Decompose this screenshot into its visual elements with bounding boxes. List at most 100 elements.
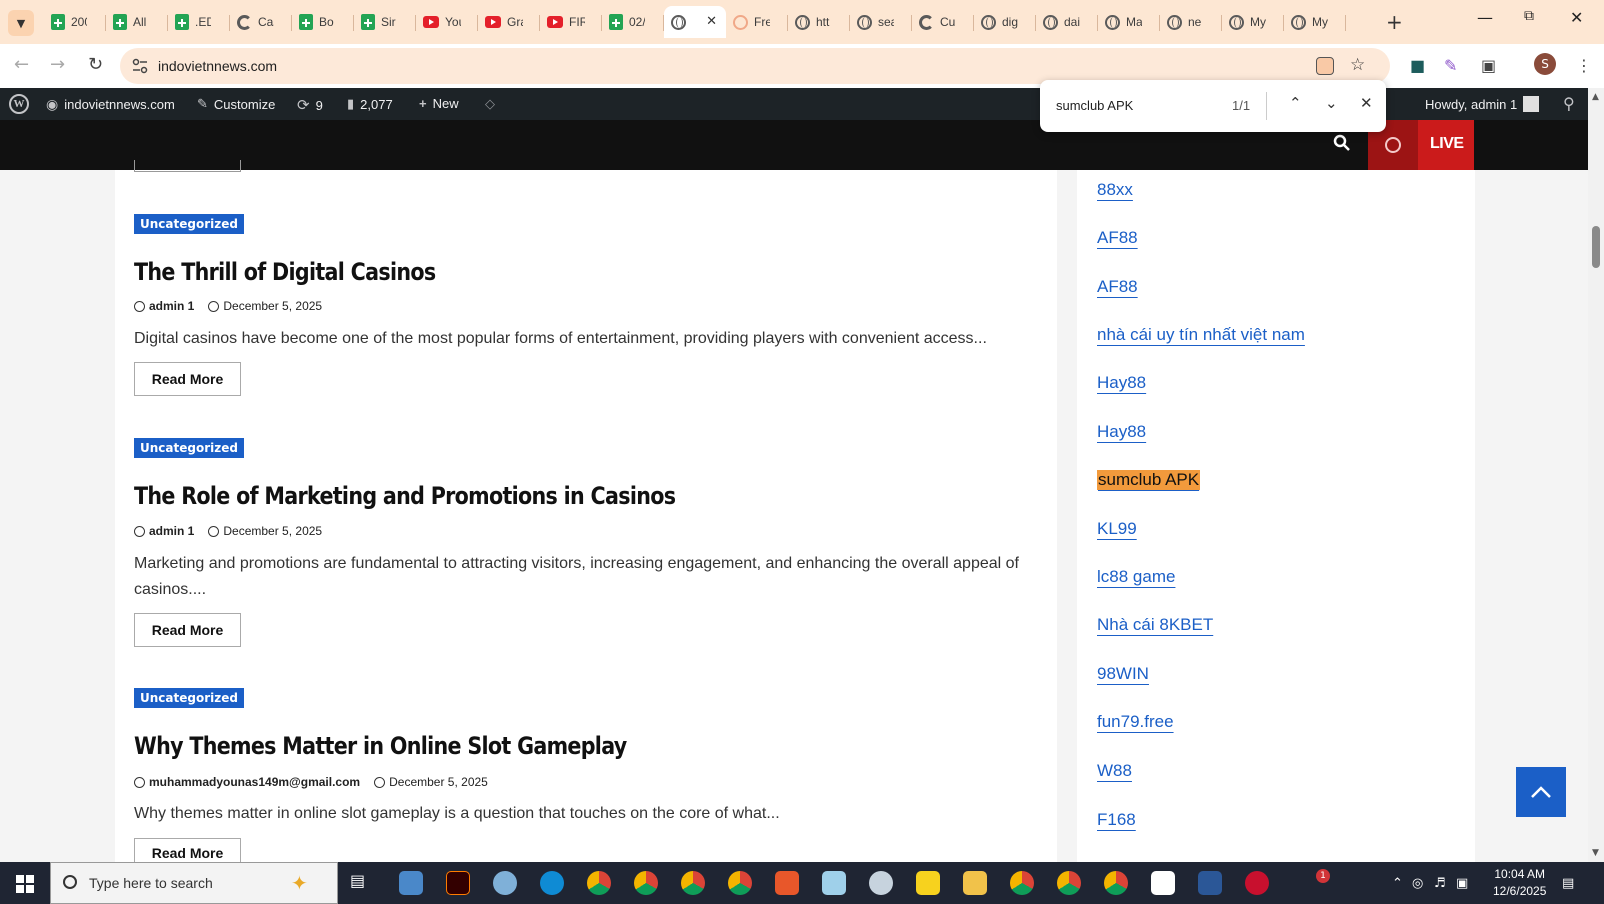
previous-read-more-button[interactable] — [134, 160, 241, 172]
scroll-down-icon[interactable]: ▼ — [1592, 848, 1599, 858]
customize-link[interactable]: ✎ Customize — [197, 96, 275, 112]
post-author[interactable]: muhammadyounas149m@gmail.com — [149, 775, 360, 789]
post-date[interactable]: December 5, 2025 — [223, 524, 322, 538]
browser-tab[interactable]: Ma — [1098, 6, 1160, 38]
account-menu[interactable]: Howdy, admin 1 — [1425, 96, 1540, 112]
page-scrollbar[interactable]: ▲ ▼ — [1588, 88, 1604, 862]
capcut-icon[interactable] — [1151, 871, 1175, 895]
browser-tab[interactable]: ne — [1160, 6, 1222, 38]
chrome-profile-icon[interactable] — [1057, 871, 1081, 895]
extension-icon[interactable]: ■ — [1410, 56, 1425, 75]
app-icon[interactable] — [1245, 871, 1269, 895]
volume-icon[interactable]: ♬ — [1434, 876, 1446, 891]
close-tab-icon[interactable]: ✕ — [706, 14, 717, 29]
menu-icon[interactable]: ⋮ — [1576, 56, 1592, 75]
sticky-notes-icon[interactable] — [916, 871, 940, 895]
network-icon[interactable]: ▣ — [1456, 876, 1468, 891]
taskbar-search[interactable]: Type here to search ✦ — [50, 862, 338, 904]
browser-tab[interactable]: dig — [974, 6, 1036, 38]
sidebar-link[interactable]: 88xx — [1097, 180, 1133, 200]
word-icon[interactable] — [1198, 871, 1222, 895]
post-author[interactable]: admin 1 — [149, 299, 194, 313]
pen-extension-icon[interactable]: ✎ — [1444, 56, 1457, 75]
tray-chevron-icon[interactable]: ⌃ — [1392, 876, 1403, 891]
sidebar-link[interactable]: sumclub APK — [1097, 470, 1201, 490]
sidebar-link[interactable]: F168 — [1097, 810, 1136, 830]
find-in-page-icon[interactable] — [1316, 57, 1334, 75]
browser-tab[interactable]: All — [106, 6, 168, 38]
chrome-profile-icon[interactable] — [1010, 871, 1034, 895]
post-title[interactable]: The Role of Marketing and Promotions in … — [134, 482, 676, 510]
browser-tab[interactable]: My — [1222, 6, 1284, 38]
post-date[interactable]: December 5, 2025 — [223, 299, 322, 313]
comments-link[interactable]: ▮ 2,077 — [347, 96, 393, 112]
notifications-icon[interactable]: ▤ — [1562, 876, 1574, 891]
updates-link[interactable]: ⟳ 9 — [297, 96, 323, 114]
sidebar-link[interactable]: AF88 — [1097, 228, 1138, 248]
calculator-icon[interactable] — [399, 871, 423, 895]
browser-tab[interactable]: 02/ — [602, 6, 664, 38]
illustrator-icon[interactable] — [446, 871, 470, 895]
browser-tab[interactable]: FIR — [540, 6, 602, 38]
scroll-to-top-button[interactable] — [1516, 767, 1566, 817]
browser-tab[interactable]: Gra — [478, 6, 540, 38]
edge-icon[interactable] — [540, 871, 564, 895]
tab-search-button[interactable]: ▼ — [8, 10, 34, 36]
wp-logo-button[interactable]: W — [9, 94, 29, 114]
category-badge[interactable]: Uncategorized — [134, 214, 244, 234]
chrome-icon[interactable] — [587, 871, 611, 895]
webcam-icon[interactable]: ◎ — [1412, 876, 1423, 891]
scroll-up-icon[interactable]: ▲ — [1592, 92, 1599, 102]
browser-tab[interactable]: htt — [788, 6, 850, 38]
sidebar-link[interactable]: Nhà cái 8KBET — [1097, 615, 1213, 635]
find-input[interactable]: sumclub APK — [1056, 98, 1133, 113]
app-icon[interactable] — [869, 871, 893, 895]
browser-tab[interactable]: Fre — [726, 6, 788, 38]
browser-tab[interactable]: My — [1284, 6, 1346, 38]
address-bar[interactable]: indovietnnews.com ☆ — [120, 48, 1390, 84]
reload-button[interactable]: ↻ — [88, 54, 103, 75]
app-icon[interactable] — [822, 871, 846, 895]
system-clock[interactable]: 10:04 AM 12/6/2025 — [1493, 866, 1546, 900]
task-view-icon[interactable]: ▤ — [350, 871, 374, 895]
scrollbar-thumb[interactable] — [1592, 226, 1600, 268]
restore-icon[interactable]: ⧉ — [1524, 8, 1534, 24]
read-more-button[interactable]: Read More — [134, 613, 241, 647]
minimize-icon[interactable]: — — [1477, 8, 1493, 27]
diamond-menu-icon[interactable]: ◇ — [485, 96, 495, 112]
browser-tab[interactable]: Sir — [354, 6, 416, 38]
sidebar-link[interactable]: 98WIN — [1097, 664, 1149, 684]
close-window-icon[interactable]: ✕ — [1570, 8, 1583, 27]
browser-tab[interactable]: sea — [850, 6, 912, 38]
file-explorer-icon[interactable] — [963, 871, 987, 895]
find-next-button[interactable]: ⌄ — [1325, 94, 1338, 112]
sidebar-link[interactable]: AF88 — [1097, 277, 1138, 297]
back-button[interactable]: ← — [14, 54, 29, 75]
post-date[interactable]: December 5, 2025 — [389, 775, 488, 789]
sidebar-link[interactable]: fun79.free — [1097, 712, 1174, 732]
chrome-profile-icon[interactable] — [1104, 871, 1128, 895]
browser-tab[interactable]: ✕ — [664, 6, 726, 38]
new-tab-button[interactable]: + — [1386, 10, 1403, 34]
browser-tab[interactable]: dai — [1036, 6, 1098, 38]
find-close-button[interactable]: ✕ — [1360, 94, 1373, 112]
sidebar-link[interactable]: lc88 game — [1097, 567, 1175, 587]
site-settings-icon[interactable] — [132, 58, 148, 74]
browser-tab[interactable]: Cu: — [912, 6, 974, 38]
find-previous-button[interactable]: ⌃ — [1289, 94, 1302, 112]
app-icon[interactable] — [775, 871, 799, 895]
category-badge[interactable]: Uncategorized — [134, 688, 244, 708]
sidebar-link[interactable]: nhà cái uy tín nhất việt nam — [1097, 325, 1305, 345]
chrome-profile-icon[interactable] — [728, 871, 752, 895]
profile-avatar[interactable]: S — [1534, 53, 1556, 75]
category-badge[interactable]: Uncategorized — [134, 438, 244, 458]
sidebar-link[interactable]: KL99 — [1097, 519, 1137, 539]
browser-tab[interactable]: 200 — [44, 6, 106, 38]
chrome-profile-icon[interactable] — [634, 871, 658, 895]
sidebar-link[interactable]: Hay88 — [1097, 422, 1146, 442]
post-title[interactable]: Why Themes Matter in Online Slot Gamepla… — [134, 732, 627, 760]
browser-tab[interactable]: Bo — [292, 6, 354, 38]
paint-icon[interactable] — [493, 871, 517, 895]
browser-tab[interactable]: You — [416, 6, 478, 38]
post-title[interactable]: The Thrill of Digital Casinos — [134, 258, 436, 286]
